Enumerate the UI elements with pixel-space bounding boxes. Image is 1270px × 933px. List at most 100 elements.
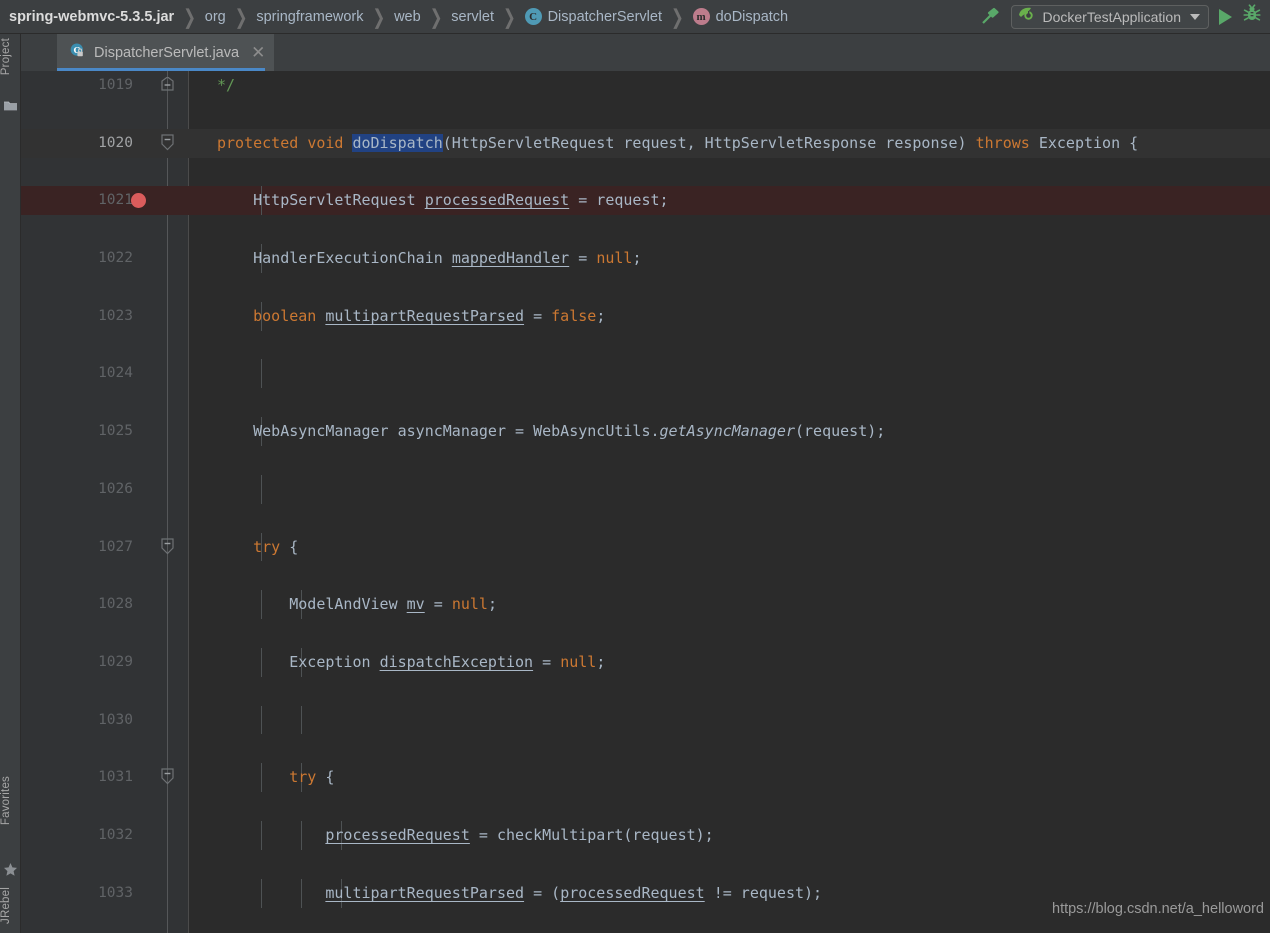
- line-highlight: [189, 475, 1270, 504]
- run-configuration-name: DockerTestApplication: [1042, 8, 1181, 25]
- editor-tab-bar: C DispatcherServlet.java ✕: [21, 34, 1270, 71]
- run-configuration-selector[interactable]: DockerTestApplication: [1011, 4, 1209, 29]
- code-text: HttpServletRequest processedRequest = re…: [217, 191, 669, 210]
- project-folder-icon[interactable]: [3, 98, 18, 113]
- indent-guide: [261, 359, 262, 389]
- code-text: multipartRequestParsed = (processedReque…: [325, 883, 823, 902]
- code-line[interactable]: 1030: [21, 705, 1270, 735]
- breadcrumb-separator: ❯: [372, 5, 386, 29]
- breadcrumb-item-dodispatch[interactable]: m doDispatch: [692, 8, 789, 25]
- line-number: 1028: [98, 596, 133, 613]
- sidebar-item-project[interactable]: Project: [0, 38, 21, 75]
- line-number: 1022: [98, 250, 133, 267]
- indent-guide: [261, 474, 262, 504]
- code-line[interactable]: 1022 HandlerExecutionChain mappedHandler…: [21, 244, 1270, 273]
- indent-guide: [261, 705, 262, 735]
- code-fold-toggle[interactable]: [161, 134, 174, 151]
- indent-guide: [301, 705, 302, 735]
- line-number: 1025: [98, 423, 133, 440]
- breadcrumb-item-web[interactable]: web: [394, 9, 421, 25]
- line-number: 1032: [98, 827, 133, 844]
- code-line[interactable]: 1026: [21, 474, 1270, 504]
- breadcrumb: spring-webmvc-5.3.5.jar ❯ org ❯ springframew…: [0, 6, 789, 29]
- code-line[interactable]: 1025 WebAsyncManager asyncManager = WebA…: [21, 417, 1270, 446]
- favorites-star-icon[interactable]: [3, 862, 18, 877]
- code-line[interactable]: 1020 protected void doDispatch(HttpServle…: [21, 128, 1270, 158]
- breadcrumb-item-dispatcherservlet[interactable]: C DispatcherServlet: [524, 8, 662, 25]
- code-text: try {: [253, 537, 299, 556]
- code-fold-toggle[interactable]: [161, 768, 174, 785]
- breadcrumb-item-org[interactable]: org: [205, 9, 226, 25]
- code-line[interactable]: 1027 try {: [21, 532, 1270, 562]
- run-play-icon[interactable]: [1219, 8, 1232, 25]
- code-text: WebAsyncManager asyncManager = WebAsyncU…: [217, 422, 886, 441]
- sidebar-item-jrebel[interactable]: JRebel: [0, 887, 21, 924]
- code-text: try {: [289, 768, 335, 787]
- editor-tab-dispatcherservlet[interactable]: C DispatcherServlet.java ✕: [57, 34, 275, 71]
- line-number: 1019: [98, 77, 133, 93]
- breadcrumb-item-spring-webmvc-5-3-5-jar[interactable]: spring-webmvc-5.3.5.jar: [9, 9, 174, 25]
- code-line[interactable]: 1023 boolean multipartRequestParsed = fa…: [21, 301, 1270, 331]
- java-class-readonly-icon: C: [69, 42, 86, 64]
- line-number: 1024: [98, 365, 133, 382]
- editor-tab-title: DispatcherServlet.java: [94, 44, 240, 61]
- line-number: 1029: [98, 653, 133, 670]
- code-text: Exception dispatchException = null;: [217, 652, 606, 671]
- breadcrumb-item-springframework[interactable]: springframework: [256, 9, 363, 25]
- code-text: protected void doDispatch(HttpServletReq…: [217, 133, 1139, 152]
- code-line[interactable]: 1019 */: [21, 71, 1270, 100]
- close-icon[interactable]: ✕: [251, 44, 265, 61]
- code-fold-toggle[interactable]: [161, 76, 174, 91]
- code-line[interactable]: 1032 processedRequest = checkMultipart(r…: [21, 821, 1270, 850]
- ide-window: spring-webmvc-5.3.5.jar ❯ org ❯ springframew…: [0, 0, 1270, 933]
- breadcrumb-separator: ❯: [502, 5, 516, 29]
- code-text: ModelAndView mv = null;: [217, 595, 497, 614]
- code-line[interactable]: 1029 Exception dispatchException = null;: [21, 647, 1270, 677]
- debug-bug-icon[interactable]: [1242, 4, 1262, 29]
- line-number: 1020: [98, 134, 133, 151]
- code-text: boolean multipartRequestParsed = false;: [253, 306, 606, 325]
- line-number: 1031: [98, 769, 133, 786]
- code-line[interactable]: 1021 HttpServletRequest processedRequest…: [21, 186, 1270, 216]
- breadcrumb-item-servlet[interactable]: servlet: [451, 9, 494, 25]
- line-number: 1026: [98, 480, 133, 497]
- breadcrumb-label: org: [204, 8, 226, 25]
- line-highlight: [189, 359, 1270, 388]
- line-number: 1033: [98, 884, 133, 901]
- left-tool-window-strip: Project Favorites JRebel R: [0, 34, 21, 933]
- code-text: */: [217, 76, 236, 94]
- hammer-icon[interactable]: [979, 6, 1001, 28]
- breadcrumb-separator: ❯: [234, 5, 248, 29]
- code-editor[interactable]: 1019 */ 1020 protected void doDispatch(Http…: [21, 71, 1270, 933]
- breadcrumb-label: spring-webmvc-5.3.5.jar: [9, 8, 175, 25]
- breadcrumb-separator: ❯: [429, 5, 443, 29]
- line-number: 1023: [98, 307, 133, 324]
- code-line[interactable]: 1028 ModelAndView mv = null;: [21, 590, 1270, 620]
- breadcrumb-label: springframework: [256, 8, 364, 25]
- breadcrumb-label: DispatcherServlet: [547, 8, 662, 25]
- line-number: 1021: [98, 192, 133, 209]
- line-highlight: [189, 71, 1270, 100]
- line-highlight: [189, 706, 1270, 735]
- line-highlight: [189, 533, 1270, 562]
- breadcrumb-separator: ❯: [671, 5, 684, 29]
- code-text: processedRequest = checkMultipart(reques…: [325, 826, 714, 845]
- code-fold-toggle[interactable]: [161, 537, 174, 554]
- breadcrumb-label: doDispatch: [715, 8, 789, 25]
- sidebar-item-favorites[interactable]: Favorites: [0, 776, 21, 825]
- spring-boot-icon: [1018, 6, 1035, 27]
- breadcrumb-label: web: [394, 8, 421, 25]
- toolbar-actions: DockerTestApplication: [979, 4, 1270, 29]
- code-text: HandlerExecutionChain mappedHandler = nu…: [217, 249, 642, 268]
- breadcrumb-label: servlet: [451, 8, 494, 25]
- breadcrumb-separator: ❯: [183, 5, 196, 29]
- code-line[interactable]: 1024: [21, 359, 1270, 389]
- line-highlight: [189, 763, 1270, 792]
- code-lines: 1019 */ 1020 protected void doDispatch(Http…: [21, 71, 1270, 933]
- watermark-text: https://blog.csdn.net/a_helloword: [1052, 901, 1264, 917]
- line-number: 1030: [98, 711, 133, 728]
- code-line[interactable]: 1031 try {: [21, 763, 1270, 793]
- chevron-down-icon[interactable]: [1190, 13, 1200, 20]
- line-number: 1027: [98, 538, 133, 555]
- top-toolbar: spring-webmvc-5.3.5.jar ❯ org ❯ springframew…: [0, 0, 1270, 34]
